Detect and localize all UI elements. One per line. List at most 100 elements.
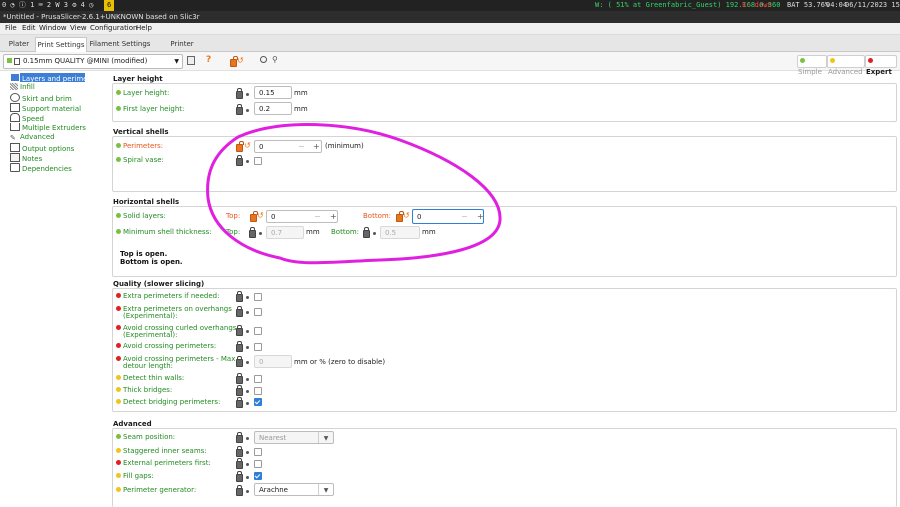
tab-filament-settings[interactable]: Filament Settings — [89, 37, 151, 51]
lock-icon[interactable] — [236, 385, 243, 396]
lock-open-icon[interactable] — [236, 141, 244, 152]
avoid-crossing-perimeters-checkbox[interactable] — [254, 343, 262, 351]
lock-open-icon[interactable] — [396, 211, 404, 222]
lock-icon[interactable] — [236, 341, 243, 352]
thick-bridges-checkbox[interactable] — [254, 387, 262, 395]
bullet-icon[interactable] — [246, 109, 249, 112]
increment-button[interactable]: + — [330, 211, 337, 222]
bullet-icon[interactable] — [246, 490, 249, 493]
lock-icon[interactable] — [363, 227, 370, 238]
menu-edit[interactable]: Edit — [22, 23, 36, 34]
bullet-icon[interactable] — [259, 232, 262, 235]
min-bottom-thickness-input[interactable]: 0.5 — [380, 226, 420, 239]
bottom-solid-layers-input[interactable]: 0 — [412, 209, 484, 224]
lock-open-icon[interactable] — [230, 56, 238, 67]
undo-icon[interactable]: ↺ — [237, 57, 244, 65]
bullet-icon[interactable] — [246, 311, 249, 314]
tree-item-skirt-brim[interactable]: Skirt and brim — [10, 93, 72, 103]
lock-icon[interactable] — [236, 373, 243, 384]
menu-help[interactable]: Help — [136, 23, 152, 34]
bullet-icon[interactable] — [246, 378, 249, 381]
tab-plater[interactable]: Plater — [4, 37, 34, 51]
lock-icon[interactable] — [236, 485, 243, 496]
question-icon[interactable]: ? — [206, 55, 211, 65]
increment-button[interactable]: + — [313, 141, 320, 152]
lock-icon[interactable] — [236, 356, 243, 367]
spiral-vase-checkbox[interactable] — [254, 157, 262, 165]
perimeter-generator-select[interactable]: Arachne ▼ — [254, 483, 334, 496]
lock-icon[interactable] — [236, 155, 243, 166]
tree-item-dependencies[interactable]: Dependencies — [10, 163, 72, 173]
mode-advanced-button[interactable]: Advanced — [827, 55, 865, 76]
undo-icon[interactable]: ↺ — [403, 212, 410, 220]
extra-perimeters-checkbox[interactable] — [254, 293, 262, 301]
layer-height-input[interactable]: 0.15 — [254, 86, 292, 99]
workspace-list[interactable]: 0 ◔ ⓘ 1 ⌨ 2 W 3 ⚙ 4 ◷ — [2, 0, 93, 11]
bullet-icon[interactable] — [246, 402, 249, 405]
save-preset-icon[interactable] — [187, 56, 195, 65]
lock-icon[interactable] — [236, 104, 243, 115]
lock-icon[interactable] — [236, 88, 243, 99]
bullet-icon[interactable] — [246, 93, 249, 96]
first-layer-height-input[interactable]: 0.2 — [254, 102, 292, 115]
lock-icon[interactable] — [236, 458, 243, 469]
detect-bridging-perimeters-checkbox[interactable] — [254, 398, 262, 406]
detect-thin-walls-checkbox[interactable] — [254, 375, 262, 383]
lock-icon[interactable] — [249, 227, 256, 238]
bullet-icon[interactable] — [246, 437, 249, 440]
lock-icon[interactable] — [236, 291, 243, 302]
decrement-button[interactable]: − — [298, 141, 305, 152]
compare-presets-icon[interactable]: ⚲ — [272, 55, 278, 65]
mode-simple-button[interactable]: Simple — [797, 55, 827, 76]
bullet-icon[interactable] — [246, 390, 249, 393]
seam-position-select[interactable]: Nearest ▼ — [254, 431, 334, 444]
undo-icon[interactable]: ↺ — [257, 212, 264, 220]
bullet-icon[interactable] — [246, 476, 249, 479]
bullet-icon[interactable] — [246, 160, 249, 163]
menu-window[interactable]: Window — [39, 23, 67, 34]
decrement-button[interactable]: − — [461, 211, 468, 222]
tree-item-speed[interactable]: Speed — [10, 113, 44, 123]
lock-icon[interactable] — [236, 432, 243, 443]
tree-item-output-options[interactable]: Output options — [10, 143, 74, 153]
print-preset-select[interactable]: 0.15mm QUALITY @MINI (modified) ▼ — [3, 54, 183, 69]
lock-icon[interactable] — [236, 306, 243, 317]
increment-button[interactable]: + — [477, 211, 484, 222]
max-detour-input[interactable]: 0 — [254, 355, 292, 368]
lock-icon[interactable] — [236, 471, 243, 482]
perimeters-input[interactable]: 0 — [254, 140, 322, 153]
tree-item-notes[interactable]: Notes — [10, 153, 42, 163]
avoid-curled-overhangs-checkbox[interactable] — [254, 327, 262, 335]
tree-item-advanced[interactable]: ✎ Advanced — [10, 133, 55, 142]
decrement-button[interactable]: − — [314, 211, 321, 222]
bullet-icon[interactable] — [246, 463, 249, 466]
tab-printer-settings[interactable]: Printer Settings — [155, 37, 209, 62]
bullet-icon[interactable] — [246, 330, 249, 333]
mode-expert-button[interactable]: Expert — [865, 55, 897, 76]
lock-open-icon[interactable] — [250, 211, 258, 222]
tree-item-layers-perimeters[interactable]: Layers and perimeters — [10, 73, 101, 83]
min-top-thickness-input[interactable]: 0.7 — [266, 226, 304, 239]
menu-view[interactable]: View — [70, 23, 87, 34]
bullet-icon[interactable] — [246, 346, 249, 349]
search-icon[interactable] — [260, 56, 267, 63]
fill-gaps-checkbox[interactable] — [254, 472, 262, 480]
bullet-icon[interactable] — [246, 361, 249, 364]
tree-item-support-material[interactable]: Support material — [10, 103, 81, 113]
undo-icon[interactable]: ↺ — [244, 142, 251, 150]
lock-icon[interactable] — [236, 397, 243, 408]
bullet-icon[interactable] — [246, 451, 249, 454]
lock-icon[interactable] — [236, 325, 243, 336]
active-workspace[interactable]: 6 — [104, 0, 115, 11]
top-solid-layers-input[interactable]: 0 — [266, 210, 338, 223]
menu-configuration[interactable]: Configuration — [90, 23, 137, 34]
extra-perimeters-overhangs-checkbox[interactable] — [254, 308, 262, 316]
bullet-icon[interactable] — [373, 232, 376, 235]
staggered-inner-seams-checkbox[interactable] — [254, 448, 262, 456]
lock-icon[interactable] — [236, 446, 243, 457]
tab-print-settings[interactable]: Print Settings — [35, 37, 87, 52]
tree-item-multiple-extruders[interactable]: Multiple Extruders — [10, 123, 86, 132]
tree-item-infill[interactable]: Infill — [10, 83, 35, 92]
menu-file[interactable]: File — [5, 23, 17, 34]
bullet-icon[interactable] — [246, 296, 249, 299]
